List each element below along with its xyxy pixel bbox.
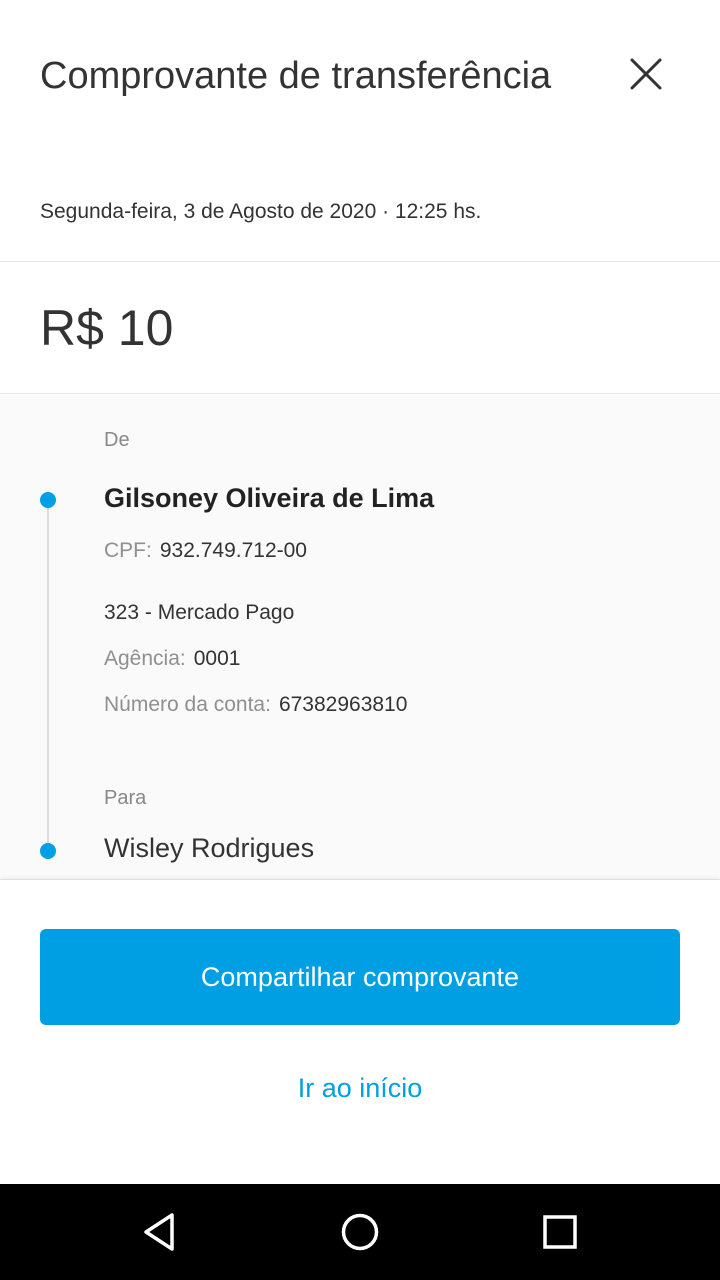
page-title: Comprovante de transferência [40, 55, 552, 97]
nav-recents-button[interactable] [530, 1202, 590, 1262]
nav-back-button[interactable] [130, 1202, 190, 1262]
to-label: Para [104, 787, 147, 809]
recipient-name: Wisley Rodrigues [104, 833, 315, 863]
to-dot-icon [40, 843, 56, 859]
amount-section: R$ 10 [0, 263, 720, 394]
account-value: 67382963810 [278, 693, 408, 716]
sender-account: Número da conta: 67382963810 [104, 693, 407, 717]
receipt-header: Comprovante de transferência Segunda-fei… [0, 0, 720, 262]
action-footer: Compartilhar comprovante Ir ao início [0, 879, 720, 1184]
sender-agency: Agência: 0001 [104, 647, 240, 671]
recents-square-icon [543, 1215, 577, 1249]
transfer-date: Segunda-feira, 3 de Agosto de 2020 · 12:… [40, 200, 482, 223]
sender-bank: 323 - Mercado Pago [104, 601, 295, 624]
transfer-amount: R$ 10 [40, 300, 174, 356]
go-home-link[interactable]: Ir ao início [40, 1060, 680, 1116]
close-button[interactable] [616, 44, 676, 104]
nav-home-button[interactable] [330, 1202, 390, 1262]
cpf-label: CPF: [104, 539, 152, 562]
sender-name: Gilsoney Oliveira de Lima [104, 483, 435, 513]
timeline-line [47, 500, 49, 850]
android-nav-bar [0, 1184, 720, 1280]
agency-label: Agência: [104, 647, 186, 670]
share-receipt-button[interactable]: Compartilhar comprovante [40, 929, 680, 1025]
from-label: De [104, 429, 130, 451]
from-dot-icon [40, 492, 56, 508]
account-label: Número da conta: [104, 693, 271, 716]
close-icon [630, 58, 662, 90]
back-triangle-icon [144, 1213, 174, 1251]
home-circle-icon [341, 1213, 379, 1251]
agency-value: 0001 [193, 647, 241, 670]
cpf-value: 932.749.712-00 [159, 539, 307, 562]
transfer-details: De Gilsoney Oliveira de Lima CPF: 932.749… [0, 395, 720, 879]
sender-cpf: CPF: 932.749.712-00 [104, 539, 307, 563]
